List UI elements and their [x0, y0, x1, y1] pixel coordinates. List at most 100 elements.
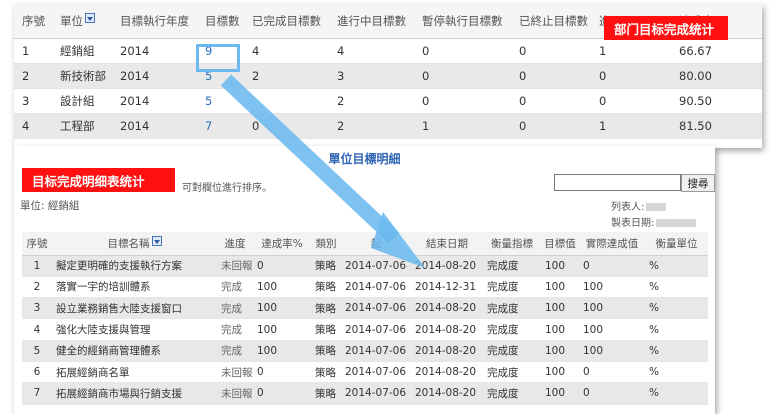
row-total-link[interactable]: 5 — [197, 88, 244, 114]
row-target: 100 — [541, 276, 579, 299]
row-target: 100 — [541, 255, 579, 277]
col-header-total[interactable]: 目標數 — [197, 4, 244, 39]
row-pending: 0 — [591, 63, 671, 89]
row-no: 4 — [14, 113, 52, 139]
row-unit: 新技術部 — [52, 63, 112, 89]
row-pending: 0 — [591, 88, 671, 114]
col-header-actual[interactable]: 實際達成值 — [579, 232, 645, 256]
col-header-end[interactable]: 結束日期 — [411, 232, 483, 256]
search-input[interactable] — [554, 174, 681, 191]
row-type: 策略 — [311, 340, 341, 362]
date-label: 製表日期: — [611, 218, 655, 229]
row-end-date: 2014-08-20 — [411, 340, 483, 362]
row-end-date: 2014-12-31 — [411, 276, 483, 299]
col-header-no[interactable]: 序號 — [14, 4, 52, 39]
sort-desc-icon[interactable] — [151, 235, 162, 246]
row-end-date: 2014-08-20 — [411, 297, 483, 320]
row-type: 策略 — [311, 255, 341, 277]
row-unit: % — [645, 255, 708, 277]
row-in-progress: 3 — [329, 63, 414, 89]
row-rate: 100 — [253, 340, 311, 362]
row-in-progress: 2 — [329, 113, 414, 139]
row-pending: 1 — [591, 113, 671, 139]
row-type: 策略 — [311, 361, 341, 384]
row-in-progress: 4 — [329, 38, 414, 64]
row-actual: 0 — [579, 382, 645, 405]
col-header-done[interactable]: 已完成目標數 — [244, 4, 329, 39]
lister-label: 列表人: — [611, 202, 645, 213]
row-total-link[interactable]: 7 — [197, 113, 244, 139]
col-header-type[interactable]: 類別 — [311, 232, 341, 256]
table-row: 6 拓展經銷商名單 未回報 0 策略 2014-07-06 2014-08-20 完成度 100… — [22, 361, 708, 384]
col-header-terminated[interactable]: 已終止目標數 — [511, 4, 591, 39]
col-header-rate[interactable]: 達成率% — [253, 232, 311, 256]
row-start-date: 2014-07-06 — [341, 255, 411, 277]
row-target: 100 — [541, 361, 579, 384]
row-unit: 工程部 — [52, 113, 112, 139]
col-header-unit[interactable]: 衡量單位 — [645, 232, 708, 256]
row-metric: 完成度 — [483, 361, 541, 384]
search-button[interactable]: 搜尋 — [681, 174, 715, 192]
col-header-unit[interactable]: 單位 — [52, 4, 112, 39]
row-no: 7 — [22, 382, 52, 405]
row-metric: 完成度 — [483, 382, 541, 405]
row-type: 策略 — [311, 297, 341, 320]
row-unit: % — [645, 361, 708, 384]
row-no: 1 — [22, 255, 52, 277]
row-unit: 設計組 — [52, 88, 112, 114]
col-header-start[interactable]: 起 — [341, 232, 411, 256]
col-header-in-progress[interactable]: 進行中目標數 — [329, 4, 414, 39]
row-progress: 完成 — [217, 297, 253, 320]
table-row: 1 經銷組 2014 9 4 4 0 0 1 66.67 — [14, 38, 762, 64]
row-type: 策略 — [311, 318, 341, 341]
table-row: 7 拓展經銷商市場與行銷支援 未回報 0 策略 2014-07-06 2014-08-20 完… — [22, 382, 708, 405]
row-target: 100 — [541, 297, 579, 320]
row-actual: 100 — [579, 340, 645, 362]
row-start-date: 2014-07-06 — [341, 340, 411, 362]
redacted-name — [646, 203, 667, 211]
row-paused: 0 — [414, 38, 511, 64]
row-end-date: 2014-08-20 — [411, 361, 483, 384]
detail-summary-label: 目标完成明细表统计 — [22, 168, 175, 192]
row-no: 2 — [14, 63, 52, 89]
row-year: 2014 — [112, 63, 197, 89]
col-header-name[interactable]: 目標名稱 — [52, 232, 217, 256]
row-pending: 1 — [591, 38, 671, 64]
row-done: 0 — [244, 113, 329, 139]
row-actual: 100 — [579, 276, 645, 299]
row-end-date: 2014-08-20 — [411, 382, 483, 405]
row-start-date: 2014-07-06 — [341, 318, 411, 341]
row-progress: 未回報 — [217, 382, 253, 405]
lister-row: 列表人: — [611, 198, 667, 213]
sort-desc-icon[interactable] — [85, 12, 95, 23]
row-no: 2 — [22, 276, 52, 299]
row-unit: % — [645, 297, 708, 320]
row-actual: 100 — [579, 297, 645, 320]
sort-hint-text: 可對欄位進行排序。 — [182, 183, 272, 194]
row-metric: 完成度 — [483, 255, 541, 277]
row-goal-name: 拓展經銷商名單 — [52, 361, 217, 384]
col-header-paused[interactable]: 暫停執行目標數 — [414, 4, 511, 39]
row-paused: 1 — [414, 113, 511, 139]
col-header-target[interactable]: 目標值 — [541, 232, 579, 256]
col-header-metric[interactable]: 衡量指標 — [483, 232, 541, 256]
table-row: 5 健全的經銷商管理體系 完成 100 策略 2014-07-06 2014-08-20 完成… — [22, 340, 708, 362]
col-header-no[interactable]: 序號 — [22, 232, 52, 256]
row-no: 5 — [22, 340, 52, 362]
row-done: 4 — [244, 38, 329, 64]
col-header-progress[interactable]: 進度 — [217, 232, 253, 256]
detail-title: 單位目標明細 — [328, 152, 401, 166]
row-unit: % — [645, 340, 708, 362]
row-rate: 0 — [253, 361, 311, 384]
table-header-row: 序號 目標名稱 進度 達成率% 類別 起 結束日期 衡量指標 目標值 實際達成值… — [22, 232, 708, 256]
row-no: 6 — [22, 361, 52, 384]
row-actual: 0 — [579, 255, 645, 277]
row-rate: 90.50 — [671, 88, 762, 114]
row-progress: 完成 — [217, 340, 253, 362]
row-unit: % — [645, 318, 708, 341]
row-no: 3 — [14, 88, 52, 114]
row-unit: % — [645, 276, 708, 299]
col-header-year[interactable]: 目標執行年度 — [112, 4, 197, 39]
detail-table-body: 1 擬定更明確的支援執行方案 未回報 0 策略 2014-07-06 2014-08-20 完… — [22, 255, 708, 405]
table-row: 1 擬定更明確的支援執行方案 未回報 0 策略 2014-07-06 2014-08-20 完… — [22, 255, 708, 277]
